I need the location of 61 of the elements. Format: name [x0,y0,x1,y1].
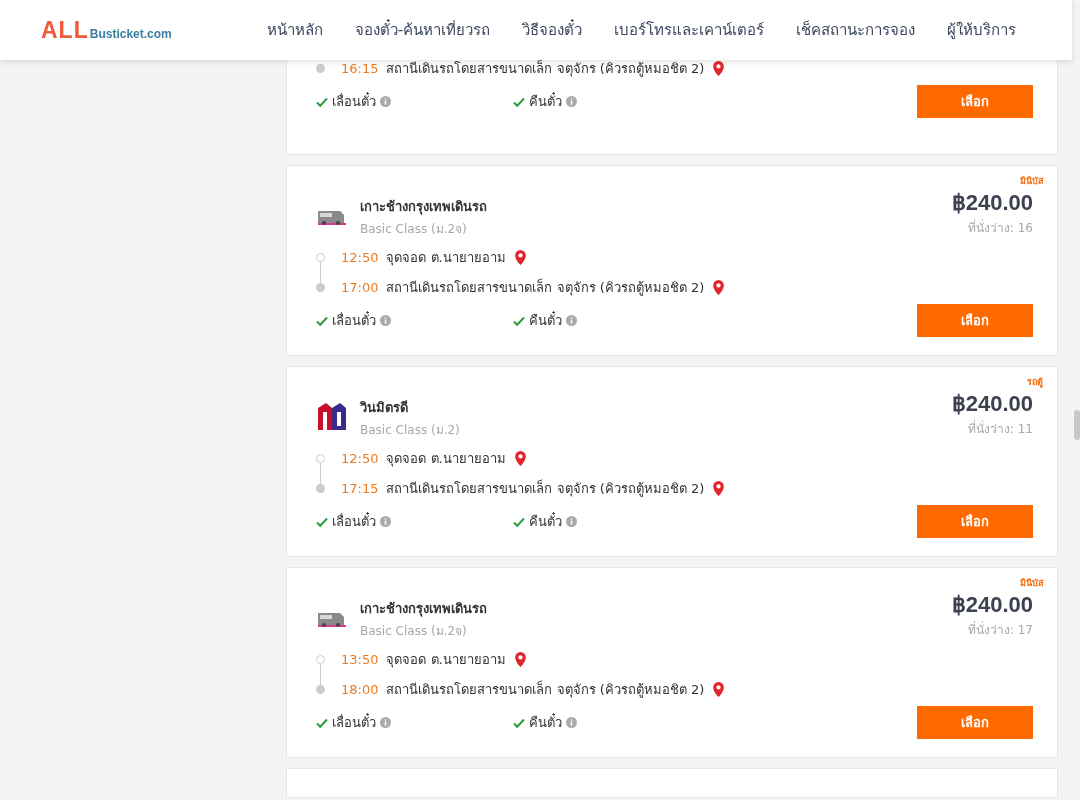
info-icon[interactable] [380,96,391,107]
ticket-price: ฿240.00 [951,391,1033,417]
stop-name: สถานีเดินรถโดยสารขนาดเล็ก จตุจักร (คิวรถตู้หมอชิต 2) [386,679,705,700]
policy-label: เลื่อนตั๋ว [332,511,376,531]
bus-class: Basic Class (ม.2) [360,422,460,439]
info-icon[interactable] [380,516,391,527]
operator-name: วินมิตรดี [360,399,409,417]
vehicle-type-tag: มินิบัส [1020,174,1043,186]
policy-label: คืนตั๋ว [529,91,562,111]
map-pin-icon[interactable] [513,248,527,266]
map-pin-icon[interactable] [513,449,527,467]
stop-name: สถานีเดินรถโดยสารขนาดเล็ก จตุจักร (คิวรถตู้หมอชิต 2) [386,478,705,499]
seats-available: ที่นั่งว่าง: 16 [967,218,1033,237]
stop-name: จุดจอด ต.นายายอาม [386,248,506,268]
info-icon[interactable] [380,315,391,326]
nav-link[interactable]: เบอร์โทรและเคาน์เตอร์ [614,18,765,42]
stop-time: 17:15 [341,480,379,496]
vehicle-type-tag: มินิบัส [1020,576,1043,588]
policy-label: เลื่อนตั๋ว [332,310,376,330]
scrollbar-thumb[interactable] [1074,410,1080,440]
policy-label: คืนตั๋ว [529,712,562,732]
map-pin-icon[interactable] [712,59,726,77]
nav-link[interactable]: ผู้ให้บริการ [947,18,1017,42]
info-icon[interactable] [380,717,391,728]
map-pin-icon[interactable] [513,650,527,668]
info-icon[interactable] [566,516,577,527]
policy-label: เลื่อนตั๋ว [332,712,376,732]
stop-name: สถานีเดินรถโดยสารขนาดเล็ก จตุจักร (คิวรถตู้หมอชิต 2) [386,277,705,298]
site-logo[interactable]: ALL Busticket.com [41,16,172,44]
policy-label: เลื่อนตั๋ว [332,91,376,111]
stop-time: 18:00 [341,681,379,697]
vehicle-type-tag: รถตู้ [1027,375,1043,387]
map-pin-icon[interactable] [712,278,726,296]
policy-label: คืนตั๋ว [529,310,562,330]
info-icon[interactable] [566,315,577,326]
ticket-price: ฿240.00 [951,190,1033,216]
policy-label: คืนตั๋ว [529,511,562,531]
map-pin-icon[interactable] [712,680,726,698]
nav-link[interactable]: หน้าหลัก [266,18,323,42]
stop-name: สถานีเดินรถโดยสารขนาดเล็ก จตุจักร (คิวรถตู้หมอชิต 2) [386,59,705,79]
stop-time: 12:50 [341,249,379,265]
nav-link[interactable]: จองตั๋ว-ค้นหาเที่ยวรถ [354,18,491,42]
nav-link[interactable]: วิธีจองตั๋ว [522,18,583,42]
nav-link[interactable]: เช็คสถานะการจอง [796,18,916,42]
bus-class: Basic Class (ม.2จ) [360,221,468,238]
stop-name: จุดจอด ต.นายายอาม [386,449,506,469]
timeline-dot [316,63,325,73]
operator-name: เกาะช้างกรุงเทพเดินรถ [360,198,487,217]
bus-class: Basic Class (ม.2จ) [360,623,468,640]
info-icon[interactable] [566,96,577,107]
operator-name: เกาะช้างกรุงเทพเดินรถ [360,600,487,619]
seats-available: ที่นั่งว่าง: 11 [967,419,1033,438]
stop-name: จุดจอด ต.นายายอาม [386,650,506,670]
stop-time: 13:50 [341,651,379,667]
map-pin-icon[interactable] [712,479,726,497]
stop-time: 17:00 [341,279,379,295]
stop-time: 16:15 [341,60,379,76]
stop-time: 12:50 [341,450,379,466]
seats-available: ที่นั่งว่าง: 17 [967,620,1033,639]
ticket-price: ฿240.00 [951,592,1033,618]
info-icon[interactable] [566,717,577,728]
